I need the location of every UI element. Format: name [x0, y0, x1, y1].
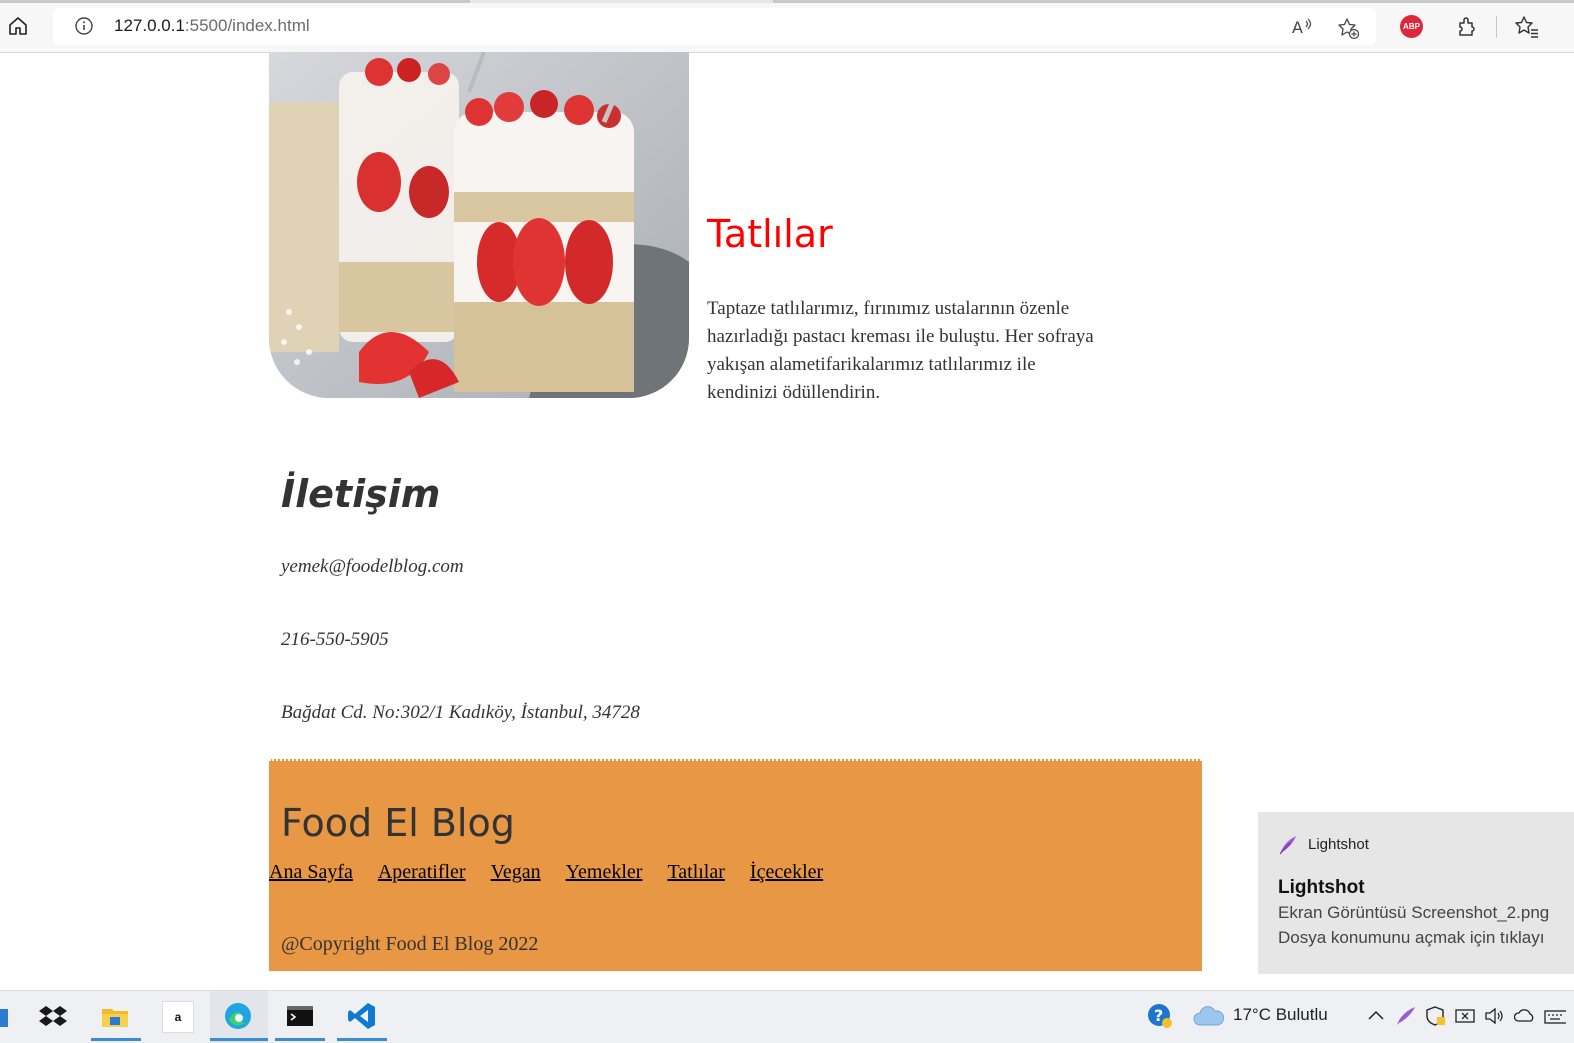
url-text: 127.0.0.1:5500/index.html — [114, 16, 310, 35]
extensions-icon[interactable] — [1455, 15, 1479, 39]
info-icon[interactable] — [75, 17, 93, 35]
file-explorer-icon[interactable] — [100, 1001, 130, 1031]
nav-link-vegan[interactable]: Vegan — [491, 861, 541, 883]
notification-line-2: Dosya konumunu açmak için tıklayı — [1278, 928, 1545, 947]
onedrive-icon[interactable] — [1514, 1005, 1536, 1027]
browser-toolbar: 127.0.0.1:5500/index.html A ABP — [0, 0, 1574, 53]
dessert-image — [269, 52, 689, 398]
notification-title: Lightshot — [1278, 877, 1365, 898]
footer-brand: Food El Blog — [281, 801, 515, 845]
home-icon[interactable] — [6, 14, 30, 38]
feather-icon — [1279, 836, 1296, 855]
start-icon[interactable] — [0, 1001, 24, 1031]
nav-link-home[interactable]: Ana Sayfa — [269, 861, 353, 883]
favorites-icon[interactable] — [1514, 14, 1540, 40]
lightshot-tray-icon[interactable] — [1395, 1005, 1417, 1027]
notification-app-name: Lightshot — [1308, 836, 1369, 853]
edge-icon[interactable] — [223, 1001, 253, 1031]
contact-phone: 216-550-5905 — [281, 629, 389, 650]
dropbox-icon[interactable] — [38, 1001, 68, 1031]
address-bar[interactable]: 127.0.0.1:5500/index.html A — [53, 8, 1376, 45]
footer-nav: Ana Sayfa Aperatifler Vegan Yemekler Tatlıla… — [269, 861, 848, 884]
terminal-icon[interactable] — [285, 1001, 315, 1031]
nav-link-meals[interactable]: Yemekler — [566, 861, 643, 883]
adblock-plus-icon[interactable]: ABP — [1400, 15, 1423, 38]
vscode-icon[interactable] — [347, 1001, 377, 1031]
volume-icon[interactable] — [1483, 1005, 1505, 1027]
keyboard-icon[interactable] — [1544, 1005, 1566, 1027]
add-favorite-icon[interactable] — [1336, 16, 1360, 40]
edge-underline — [210, 1038, 268, 1041]
section-description: Taptaze tatlılarımız, fırınımız ustaları… — [707, 298, 1094, 403]
read-aloud-icon[interactable]: A — [1291, 16, 1313, 38]
site-footer: Food El Blog Ana Sayfa Aperatifler Vegan Ye… — [269, 759, 1202, 971]
terminal-underline — [275, 1038, 325, 1041]
contact-email: yemek@foodelblog.com — [281, 556, 464, 577]
toolbar-divider — [1496, 16, 1497, 38]
explorer-underline — [91, 1038, 141, 1041]
svg-text:?: ? — [1154, 1006, 1163, 1025]
vscode-underline — [337, 1038, 387, 1041]
copyright-text: @Copyright Food El Blog 2022 — [281, 933, 539, 955]
contact-title: İletişim — [281, 472, 441, 516]
weather-text[interactable]: 17°C Bulutlu — [1233, 1005, 1328, 1025]
lightshot-notification[interactable]: Lightshot Lightshot Ekran Görüntüsü Scre… — [1258, 812, 1574, 974]
section-title: Tatlılar — [707, 212, 833, 256]
network-icon[interactable] — [1454, 1005, 1476, 1027]
taskbar: a ? 17°C Bulutlu — [0, 990, 1574, 1043]
svg-text:A: A — [1292, 18, 1303, 37]
amazon-icon[interactable]: a — [162, 1001, 194, 1033]
help-icon[interactable]: ? — [1147, 1003, 1173, 1029]
security-icon[interactable] — [1424, 1005, 1446, 1027]
tab-strip — [0, 0, 1574, 3]
chevron-up-icon[interactable] — [1365, 1005, 1387, 1027]
contact-address: Bağdat Cd. No:302/1 Kadıköy, İstanbul, 3… — [281, 702, 640, 723]
nav-link-drinks[interactable]: İçecekler — [750, 861, 823, 883]
notification-line-1: Ekran Görüntüsü Screenshot_2.png — [1278, 903, 1550, 922]
nav-link-desserts[interactable]: Tatlılar — [667, 861, 724, 883]
nav-link-appetizers[interactable]: Aperatifler — [378, 861, 466, 883]
cloud-weather-icon[interactable] — [1192, 1003, 1226, 1029]
